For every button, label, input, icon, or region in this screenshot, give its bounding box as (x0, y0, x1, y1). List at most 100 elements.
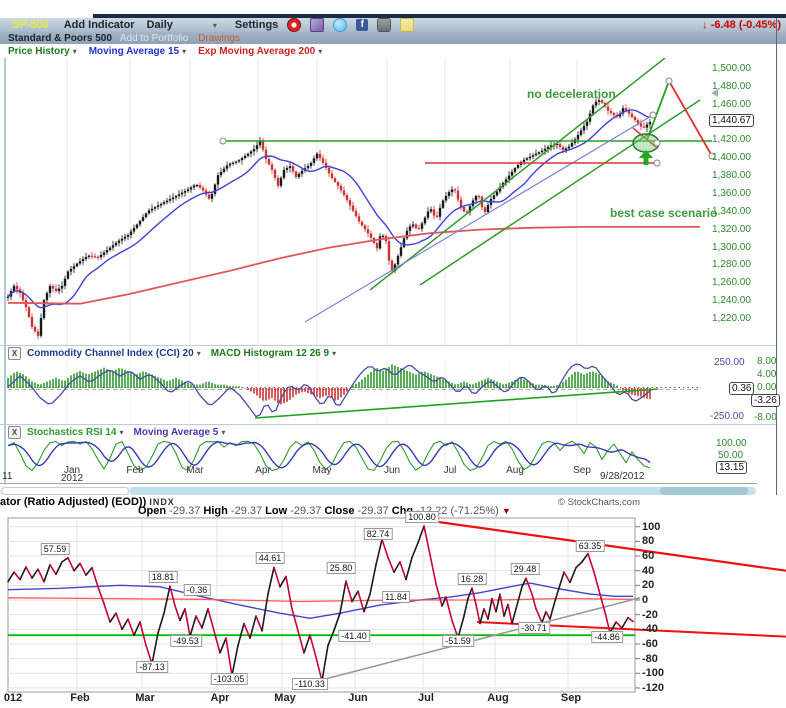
scrollbar-left-cap[interactable] (1, 487, 129, 495)
candle-body (28, 307, 30, 317)
macd-bar (460, 383, 462, 388)
macd-bar (367, 375, 369, 389)
macd-bar (97, 370, 99, 388)
macd-bar (622, 388, 624, 391)
price-tick: 1,220.00 (712, 313, 751, 324)
ema200-dropdown[interactable]: Exp Moving Average 200 (198, 46, 315, 57)
drawing-handle[interactable] (654, 140, 660, 146)
osc-month-label: Mar (128, 692, 162, 704)
stoch-caret-icon[interactable]: ▾ (119, 428, 123, 437)
macd-bar (577, 372, 579, 388)
candle-body (532, 155, 534, 157)
candle-body (193, 185, 195, 187)
candle-body (349, 200, 351, 205)
macd-bar (553, 386, 555, 388)
facebook-icon[interactable]: f (356, 19, 368, 31)
macd-bar (490, 379, 492, 388)
macd-bar (550, 386, 552, 388)
alarm-icon[interactable] (287, 18, 301, 32)
macd-bar (616, 385, 618, 388)
cci-panel-header: X Commodity Channel Index (CCI) 20 ▾ MAC… (0, 347, 770, 360)
macd-title-dropdown[interactable]: MACD Histogram 12 26 9 (211, 348, 329, 359)
osc-y-tick: 60 (642, 550, 654, 562)
close-cci-button[interactable]: X (8, 347, 21, 360)
osc-month-label: Jun (341, 692, 375, 704)
macd-bar (439, 378, 441, 388)
period-caret-icon[interactable]: ▾ (213, 21, 217, 30)
settings-button[interactable]: Settings (235, 19, 278, 31)
candle-body (508, 176, 510, 180)
cci-title-dropdown[interactable]: Commodity Channel Index (CCI) 20 (27, 348, 194, 359)
stoch-ma-dropdown[interactable]: Moving Average 5 (134, 427, 219, 438)
macd-bar (172, 379, 174, 388)
macd-bar (22, 374, 24, 388)
candle-body (112, 245, 114, 247)
ma15-caret-icon[interactable]: ▾ (182, 47, 186, 56)
current-price-box: 1,440.67 (709, 114, 754, 127)
period-dropdown[interactable]: Daily (147, 19, 173, 31)
down-arrow-icon: ↓ (702, 19, 708, 31)
macd-bar (214, 384, 216, 388)
stoch-title-dropdown[interactable]: Stochastics RSI 14 (27, 427, 116, 438)
macd-bar (259, 388, 261, 398)
cci-caret-icon[interactable]: ▾ (197, 349, 201, 358)
candle-body (217, 175, 219, 184)
macd-bar (385, 369, 387, 388)
price-history-caret-icon[interactable]: ▾ (73, 47, 77, 56)
ma15-dropdown[interactable]: Moving Average 15 (89, 46, 179, 57)
macd-bar (196, 385, 198, 388)
data-point-label: -87.13 (136, 661, 168, 673)
macd-bar (283, 388, 285, 403)
macd-bar (418, 373, 420, 388)
price-tick: 1,500.00 (712, 63, 751, 74)
drawing-handle[interactable] (666, 78, 672, 84)
candle-body (283, 170, 285, 178)
drawing-handle[interactable] (220, 138, 226, 144)
date-axis-last: 9/28/2012 (600, 471, 645, 482)
twitter-icon[interactable] (333, 18, 347, 32)
drawings-link[interactable]: Drawings (198, 33, 240, 44)
macd-bar (157, 377, 159, 388)
macd-bar (346, 388, 348, 392)
data-point-label: 100.80 (405, 511, 439, 523)
candle-body (49, 286, 51, 293)
time-scrollbar[interactable] (0, 487, 757, 495)
ema200-caret-icon[interactable]: ▾ (318, 47, 322, 56)
price-history-dropdown[interactable]: Price History (8, 46, 70, 57)
add-indicator-button[interactable]: Add Indicator (64, 19, 135, 31)
drawing-handle[interactable] (654, 160, 660, 166)
stoch-ma-caret-icon[interactable]: ▾ (221, 428, 225, 437)
drawing-handle[interactable] (650, 112, 656, 118)
ma15-line (8, 110, 650, 308)
data-point-label: 16.28 (458, 573, 487, 585)
candle-body (463, 207, 465, 211)
candle-body (139, 221, 141, 225)
osc-y-tick: -20 (642, 609, 658, 621)
scrollbar-thumb[interactable] (660, 487, 748, 495)
macd-bar (397, 367, 399, 388)
candle-body (424, 218, 426, 224)
candle-body (511, 172, 513, 176)
osc-month-label: Jul (409, 692, 443, 704)
candle-body (190, 187, 192, 189)
symbol-label[interactable]: SP-500 (12, 19, 49, 31)
candle-body (70, 269, 72, 272)
data-point-label: 57.59 (41, 543, 70, 555)
macd-bar (250, 388, 252, 392)
camera-icon[interactable] (377, 18, 391, 32)
cube-icon[interactable] (310, 18, 324, 32)
candle-body (484, 207, 486, 212)
stoch-tick: 100.00 (716, 438, 747, 449)
candle-body (292, 166, 294, 171)
macd-caret-icon[interactable]: ▾ (332, 349, 336, 358)
candle-body (388, 241, 390, 260)
macd-bar (133, 374, 135, 388)
macd-bar (82, 372, 84, 388)
note-icon[interactable] (400, 18, 414, 32)
add-to-portfolio-link[interactable]: Add to Portfolio (120, 33, 188, 44)
candle-body (568, 147, 570, 149)
plot-border (8, 518, 635, 692)
candle-body (154, 207, 156, 209)
macd-bar (583, 375, 585, 389)
macd-bar (502, 384, 504, 388)
